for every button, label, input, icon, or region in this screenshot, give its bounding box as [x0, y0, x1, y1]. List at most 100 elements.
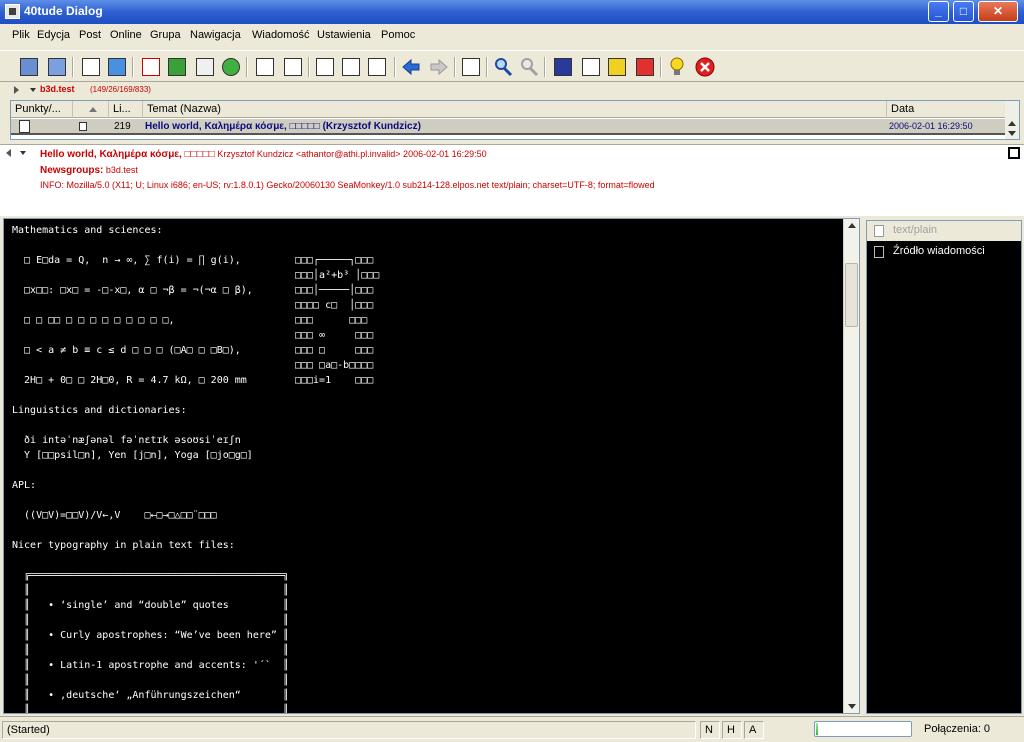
col-lines[interactable]: Li... — [109, 101, 143, 118]
header-subject-line: Hello world, Καλημέρα κόσμε, □□□□□ Krzys… — [40, 149, 487, 160]
body-scrollbar[interactable] — [843, 219, 859, 713]
newsgroups-label: Newsgroups: — [40, 165, 104, 176]
toolbar-separator — [486, 57, 488, 77]
minimize-button[interactable]: _ — [928, 1, 949, 22]
body-line: □□□□ c□ │□□□ — [12, 300, 374, 311]
search-disabled-icon[interactable] — [518, 56, 540, 78]
tip-icon[interactable] — [666, 56, 688, 78]
menu-nawigacja[interactable]: Nawigacja — [190, 29, 241, 41]
folder-icon[interactable] — [552, 56, 574, 78]
body-line: □ E□da = Q, n → ∞, ∑ f(i) = ∏ g(i), □□□┌… — [12, 255, 374, 266]
collapse-icon[interactable] — [6, 149, 11, 157]
forward-arrow-icon[interactable] — [428, 56, 450, 78]
close-button[interactable]: ✕ — [978, 1, 1018, 22]
menu-post[interactable]: Post — [79, 29, 101, 41]
status-text: (Started) — [2, 721, 696, 739]
status-flag-a: A — [744, 721, 764, 739]
menu-edycja[interactable]: Edycja — [37, 29, 70, 41]
body-line: ((V□V)=□□V)/V←,V □←□→□△□□¨□□□ — [12, 510, 217, 521]
body-line: ║ • Latin-1 apostrophe and accents: '´` … — [12, 660, 289, 671]
group-counts: (149/26/169/833) — [90, 85, 151, 94]
back-arrow-icon[interactable] — [400, 56, 422, 78]
menu-plik[interactable]: Plik — [12, 29, 30, 41]
toolbar-separator — [72, 57, 74, 77]
search-icon[interactable] — [492, 56, 514, 78]
mail-icon[interactable] — [194, 56, 216, 78]
list-scrollbar[interactable] — [1005, 101, 1019, 139]
part-text-plain-label: text/plain — [893, 224, 938, 236]
mark-read-icon[interactable] — [314, 56, 336, 78]
mark-thread-icon[interactable] — [340, 56, 362, 78]
col-punkty[interactable]: Punkty/... — [11, 101, 73, 118]
app-icon[interactable] — [5, 4, 20, 19]
body-line: □□□ ∞ □□□ — [12, 330, 374, 341]
header-from[interactable]: Krzysztof Kundzicz <athantor@athi.pl.inv… — [215, 149, 486, 159]
view-icon[interactable] — [460, 56, 482, 78]
scroll-up-icon[interactable] — [848, 223, 856, 228]
scroll-up-icon[interactable] — [1008, 121, 1016, 126]
message-list: Punkty/... Li... Temat (Nazwa) Data 219 … — [10, 100, 1020, 140]
group-name[interactable]: b3d.test — [40, 84, 75, 94]
stop-icon[interactable] — [694, 56, 716, 78]
header-info: INFO: Mozilla/5.0 (X11; U; Linux i686; e… — [40, 180, 655, 190]
attachment-icon[interactable] — [580, 56, 602, 78]
maximize-button[interactable]: □ — [953, 1, 974, 22]
app-window: 40tude Dialog _ □ ✕ Plik Edycja Post Onl… — [0, 0, 1024, 742]
header-toggle-icon[interactable] — [1008, 147, 1020, 159]
body-line: ði intəˈnæʃənəl fəˈnɛtɪk əsoʊsiˈeɪʃn — [12, 435, 241, 446]
get-all-icon[interactable] — [46, 56, 68, 78]
get-headers-icon[interactable] — [18, 56, 40, 78]
body-line: ║ ║ — [12, 615, 289, 626]
newsgroups-value[interactable]: b3d.test — [103, 165, 138, 175]
document-icon — [874, 225, 884, 237]
status-flag-n: N — [700, 721, 720, 739]
col-date[interactable]: Data — [887, 101, 1007, 118]
message-body[interactable]: Mathematics and sciences: □ E□da = Q, n … — [3, 218, 860, 714]
next-thread-icon[interactable] — [254, 56, 276, 78]
menu-bar: Plik Edycja Post Online Grupa Nawigacja … — [0, 26, 1024, 46]
parts-pane: text/plain Źródło wiadomości — [866, 220, 1022, 714]
body-line — [12, 553, 840, 568]
progress-fill — [816, 723, 818, 735]
menu-ustawienia[interactable]: Ustawienia — [317, 29, 371, 41]
part-text-plain[interactable]: text/plain — [867, 221, 1021, 241]
next-unread-icon[interactable] — [282, 56, 304, 78]
body-line: APL: — [12, 480, 37, 491]
filter-icon[interactable] — [634, 56, 656, 78]
col-sort[interactable] — [73, 101, 109, 118]
header-subject: Hello world, Καλημέρα κόσμε, □□□□□ — [40, 149, 215, 160]
expand-icon[interactable] — [14, 86, 19, 94]
col-subject[interactable]: Temat (Nazwa) — [143, 101, 887, 118]
part-source[interactable]: Źródło wiadomości — [867, 242, 1021, 262]
scroll-down-icon[interactable] — [1008, 131, 1016, 136]
body-line: ║ • Curly apostrophes: “We’ve been here”… — [12, 630, 289, 641]
mark-all-icon[interactable] — [366, 56, 388, 78]
body-line: □□□│a²+b³ │□□□ — [12, 270, 380, 281]
lock-icon[interactable] — [606, 56, 628, 78]
body-line — [12, 463, 840, 478]
toolbar-separator — [246, 57, 248, 77]
refresh-icon[interactable] — [220, 56, 242, 78]
group-bar: b3d.test (149/26/169/833) — [0, 82, 1024, 98]
body-line: ║ • ‚deutsche‘ „Anführungszeichen“ ║ — [12, 690, 289, 701]
download-icon[interactable] — [80, 56, 102, 78]
download-blue-icon[interactable] — [106, 56, 128, 78]
title-bar[interactable]: 40tude Dialog _ □ ✕ — [0, 0, 1024, 24]
body-line: Y [□□psil□n], Yen [j□n], Yoga [□jo□g□] — [12, 450, 253, 461]
body-line: ║ ║ — [12, 675, 289, 686]
menu-grupa[interactable]: Grupa — [150, 29, 181, 41]
new-message-icon[interactable] — [140, 56, 162, 78]
menu-online[interactable]: Online — [110, 29, 142, 41]
table-row[interactable]: 219 Hello world, Καλημέρα κόσμε, □□□□□ (… — [11, 119, 1007, 135]
thread-arrow-icon — [79, 122, 87, 131]
scroll-thumb[interactable] — [845, 263, 858, 327]
body-line: □ □ □□ □ □ □ □ □ □ □ □ □, □□□ □□□ — [12, 315, 368, 326]
body-line — [12, 388, 840, 403]
scroll-down-icon[interactable] — [848, 704, 856, 709]
menu-pomoc[interactable]: Pomoc — [381, 29, 415, 41]
chevron-down-icon[interactable] — [20, 151, 26, 155]
menu-wiadomosc[interactable]: Wiadomość — [252, 29, 309, 41]
reply-icon[interactable] — [166, 56, 188, 78]
chevron-down-icon[interactable] — [30, 88, 36, 92]
toolbar — [0, 50, 1024, 82]
